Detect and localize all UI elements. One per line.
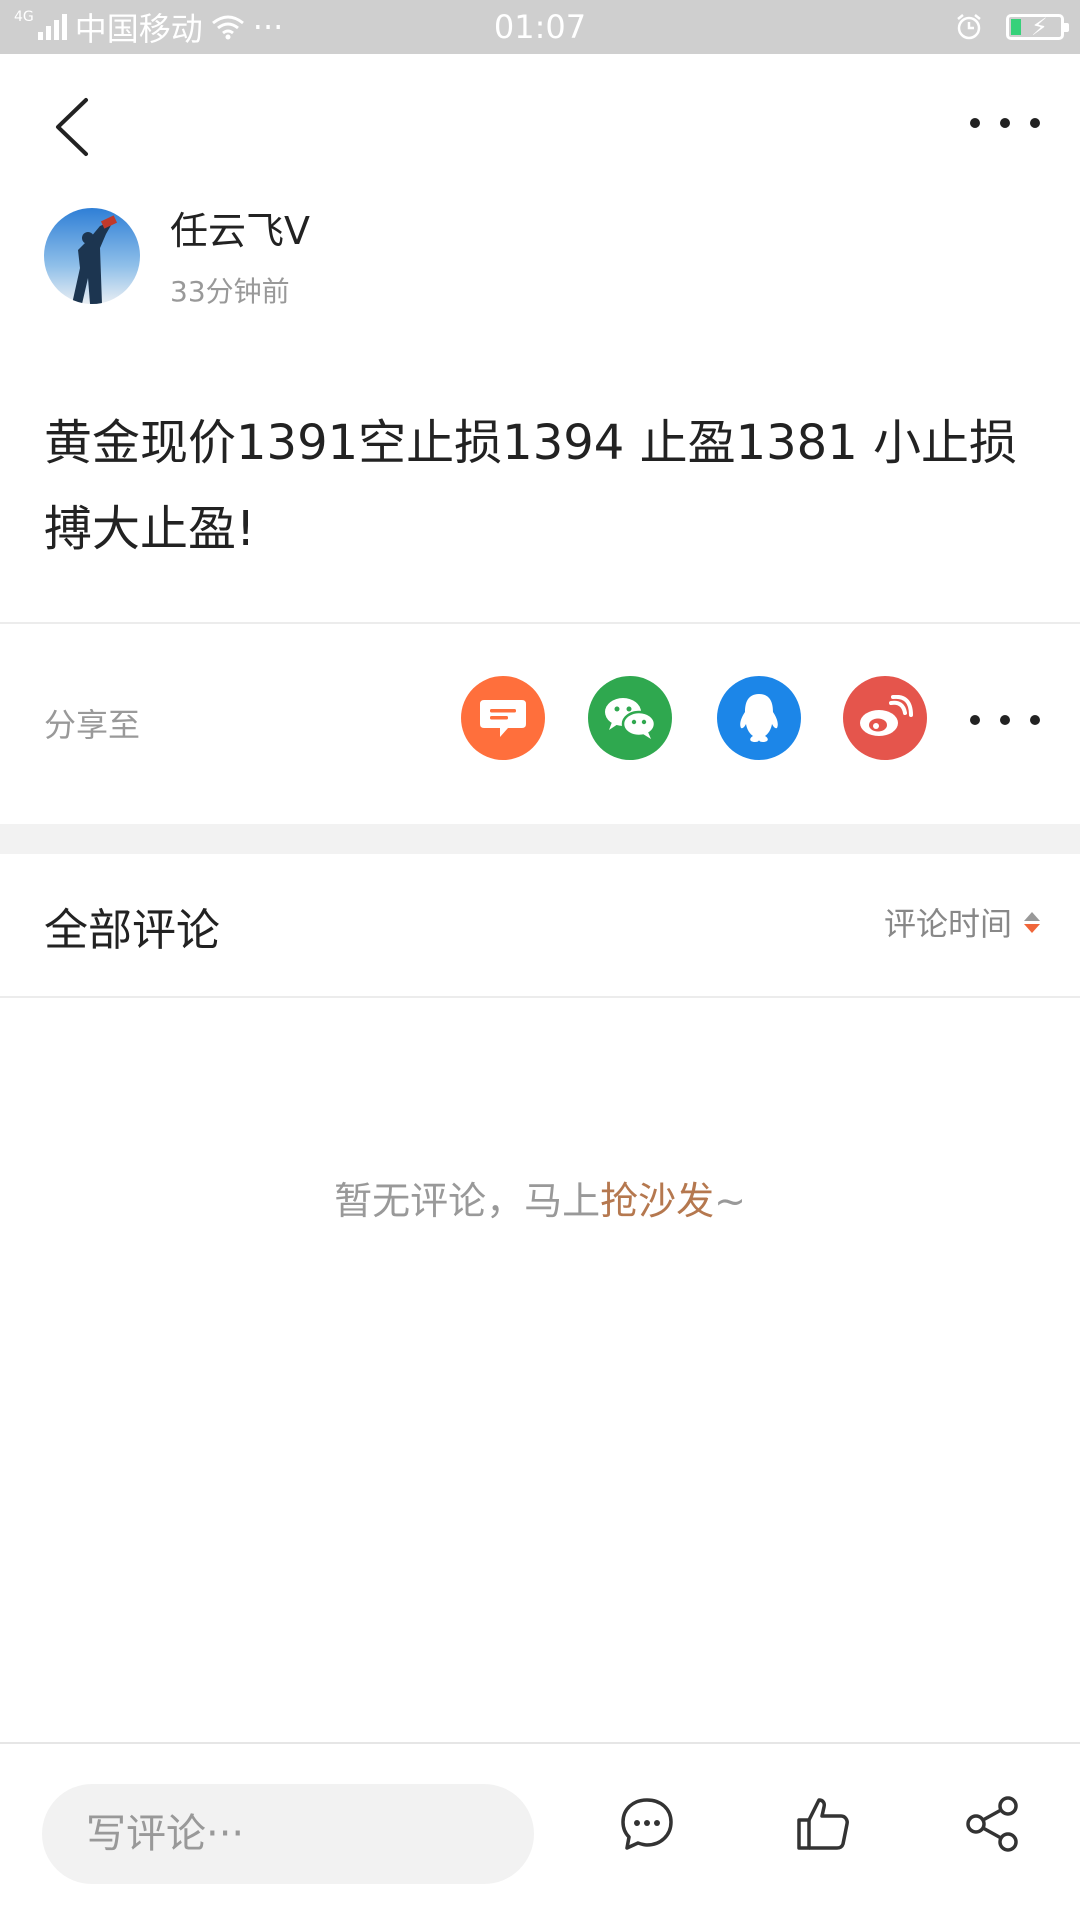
share-message-button[interactable] xyxy=(461,676,545,760)
message-icon xyxy=(480,700,526,737)
alarm-icon xyxy=(957,14,981,40)
sort-by-time-button[interactable]: 评论时间 xyxy=(884,900,1040,944)
comments-button[interactable] xyxy=(617,1794,677,1854)
share-button[interactable] xyxy=(962,1794,1022,1854)
status-right: ⚡ xyxy=(954,0,1069,54)
section-separator xyxy=(0,824,1080,854)
status-bar: 4G 中国移动 ··· 01:07 ⚡ xyxy=(0,0,1080,54)
comment-input[interactable]: 写评论··· xyxy=(42,1784,534,1884)
thumbs-up-icon xyxy=(797,1798,849,1850)
share-label: 分享至 xyxy=(44,706,141,744)
empty-suffix: ~ xyxy=(714,1179,746,1223)
divider xyxy=(0,996,1080,998)
comment-bubble-icon xyxy=(621,1798,673,1850)
post-content: 黄金现价1391空止损1394 止盈1381 小止损搏大止盈! xyxy=(44,415,1017,557)
qq-icon xyxy=(740,694,778,742)
empty-prefix: 暂无评论，马上 xyxy=(334,1179,601,1223)
post-detail-screen: 4G 中国移动 ··· 01:07 ⚡ 任云飞V 33分钟前 黄金现价1391空… xyxy=(0,0,1080,1920)
empty-comments-message: 暂无评论，马上抢沙发~ xyxy=(0,1170,1080,1225)
battery-icon: ⚡ xyxy=(1006,13,1069,41)
clock: 01:07 xyxy=(493,8,587,46)
comments-title: 全部评论 xyxy=(44,905,220,956)
chevron-left-icon xyxy=(56,98,88,156)
back-button[interactable] xyxy=(48,92,98,162)
share-icon xyxy=(966,1796,1018,1852)
share-wechat-button[interactable] xyxy=(588,676,672,760)
divider xyxy=(0,622,1080,624)
like-button[interactable] xyxy=(793,1794,853,1854)
avatar-image xyxy=(44,208,140,304)
share-qq-button[interactable] xyxy=(717,676,801,760)
wechat-icon xyxy=(605,698,657,739)
share-weibo-button[interactable] xyxy=(843,676,927,760)
avatar[interactable] xyxy=(44,208,140,304)
sort-icon xyxy=(1024,911,1040,933)
more-options-button[interactable] xyxy=(970,108,1040,138)
weibo-icon xyxy=(860,695,913,736)
share-more-button[interactable] xyxy=(970,714,1040,726)
bottom-action-bar: 写评论··· xyxy=(0,1742,1080,1920)
post-timestamp: 33分钟前 xyxy=(170,275,290,308)
sort-label: 评论时间 xyxy=(883,905,1012,943)
author-name[interactable]: 任云飞V xyxy=(170,200,310,255)
grab-sofa-link[interactable]: 抢沙发 xyxy=(600,1179,714,1223)
